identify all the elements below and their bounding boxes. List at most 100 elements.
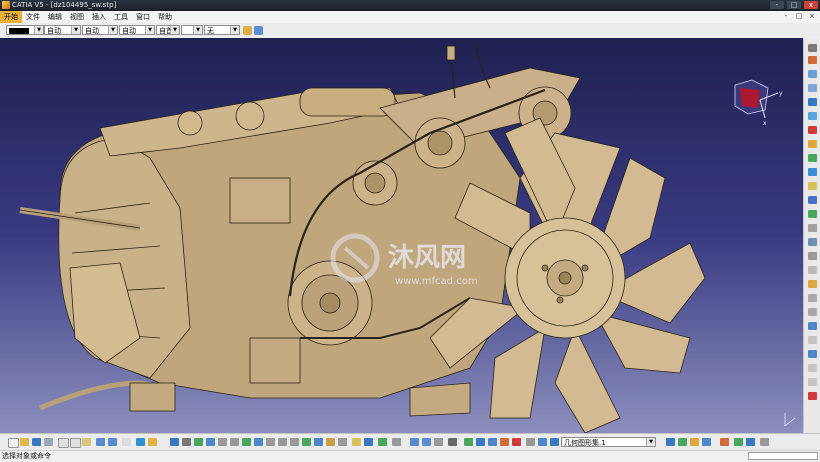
3d-viewport[interactable]: 沐风网 www.mfcad.com y x bbox=[0, 38, 803, 433]
menu-edit[interactable]: 编辑 bbox=[44, 11, 66, 23]
intersect-icon[interactable] bbox=[500, 438, 509, 446]
multi-view-icon[interactable] bbox=[314, 438, 323, 446]
instantiate-icon[interactable] bbox=[746, 438, 755, 446]
command-input[interactable] bbox=[748, 452, 818, 460]
line-thickness-combo[interactable]: 自动 ▼ bbox=[82, 25, 118, 35]
translation-icon[interactable] bbox=[808, 322, 817, 330]
maximize-button[interactable]: □ bbox=[787, 1, 801, 9]
measure-icon[interactable] bbox=[378, 438, 387, 446]
draft-icon[interactable] bbox=[808, 238, 817, 246]
shell-icon[interactable] bbox=[808, 252, 817, 260]
minimize-button[interactable]: - bbox=[770, 1, 784, 9]
fillet-icon[interactable] bbox=[808, 210, 817, 218]
axis-system-toolbar-icon[interactable] bbox=[526, 438, 535, 446]
menu-file[interactable]: 文件 bbox=[22, 11, 44, 23]
cut-icon[interactable] bbox=[58, 438, 69, 448]
fly-mode-icon[interactable] bbox=[170, 438, 179, 446]
redo-icon[interactable] bbox=[108, 438, 117, 446]
mirror-icon[interactable] bbox=[808, 336, 817, 344]
sketch-icon[interactable] bbox=[808, 56, 817, 64]
tools-icon[interactable] bbox=[720, 438, 729, 446]
ordered-set-icon[interactable] bbox=[538, 438, 547, 446]
knowledge-icon[interactable] bbox=[148, 438, 157, 446]
point-icon[interactable] bbox=[410, 438, 419, 446]
analysis-icon[interactable] bbox=[678, 438, 687, 446]
menu-window[interactable]: 窗口 bbox=[132, 11, 154, 23]
view-compass[interactable]: y x bbox=[734, 79, 783, 127]
doc-close-button[interactable]: x bbox=[808, 12, 816, 21]
rotate-icon[interactable] bbox=[206, 438, 215, 446]
update-icon[interactable] bbox=[448, 438, 457, 446]
remove-lump-icon[interactable] bbox=[512, 438, 521, 446]
menu-start[interactable]: 开始 bbox=[0, 11, 22, 23]
remove-face-icon[interactable] bbox=[808, 294, 817, 302]
help-icon[interactable] bbox=[122, 438, 131, 446]
rendering-style-combo[interactable]: ▼ bbox=[181, 25, 203, 35]
new-file-icon[interactable] bbox=[8, 438, 19, 448]
body-icon[interactable] bbox=[464, 438, 473, 446]
material-icon[interactable] bbox=[352, 438, 361, 446]
formula-icon[interactable] bbox=[136, 438, 145, 446]
replace-face-icon[interactable] bbox=[808, 308, 817, 316]
fit-all-icon[interactable] bbox=[182, 438, 191, 446]
scaling-icon[interactable] bbox=[808, 364, 817, 372]
thread-icon[interactable] bbox=[808, 280, 817, 288]
geometric-set-icon[interactable] bbox=[550, 438, 559, 446]
normal-view-icon[interactable] bbox=[242, 438, 251, 446]
zoom-in-icon[interactable] bbox=[218, 438, 227, 446]
pocket-icon[interactable] bbox=[808, 98, 817, 106]
pad-icon[interactable] bbox=[808, 84, 817, 92]
menu-insert[interactable]: 插入 bbox=[88, 11, 110, 23]
zoom-area-icon[interactable] bbox=[266, 438, 275, 446]
close-button[interactable]: x bbox=[804, 1, 818, 9]
point-symbol-combo[interactable]: 自首 ▼ bbox=[156, 25, 180, 35]
slot-icon[interactable] bbox=[808, 168, 817, 176]
print-icon[interactable] bbox=[44, 438, 53, 446]
undo-icon[interactable] bbox=[96, 438, 105, 446]
gear-icon[interactable] bbox=[808, 44, 817, 52]
groove-icon[interactable] bbox=[808, 126, 817, 134]
copy-icon[interactable] bbox=[70, 438, 81, 448]
hide-show-icon[interactable] bbox=[326, 438, 335, 446]
save-icon[interactable] bbox=[32, 438, 41, 446]
menu-tools[interactable]: 工具 bbox=[110, 11, 132, 23]
reference-icon[interactable] bbox=[666, 438, 675, 446]
menu-help[interactable]: 帮助 bbox=[154, 11, 176, 23]
shading-icon[interactable] bbox=[302, 438, 311, 446]
constraint-icon[interactable] bbox=[760, 438, 769, 446]
plane-icon[interactable] bbox=[808, 70, 817, 78]
color-combo[interactable]: ▼ bbox=[6, 25, 44, 35]
apply-material-icon[interactable] bbox=[364, 438, 373, 446]
open-file-icon[interactable] bbox=[20, 438, 29, 446]
transparency-combo[interactable]: 自动 ▼ bbox=[44, 25, 81, 35]
rib-icon[interactable] bbox=[808, 154, 817, 162]
curvature-icon[interactable] bbox=[702, 438, 711, 446]
doc-minimize-button[interactable]: - bbox=[782, 12, 790, 21]
paste-icon[interactable] bbox=[82, 438, 91, 446]
boolean-icon[interactable] bbox=[808, 378, 817, 386]
search-icon[interactable] bbox=[278, 438, 287, 446]
boolean-add-icon[interactable] bbox=[476, 438, 485, 446]
doc-restore-button[interactable]: □ bbox=[795, 12, 803, 21]
swap-visible-icon[interactable] bbox=[338, 438, 347, 446]
section-icon[interactable] bbox=[392, 438, 401, 446]
format-painter-icon[interactable] bbox=[243, 26, 252, 35]
thickness-icon[interactable] bbox=[808, 266, 817, 274]
remove-icon[interactable] bbox=[808, 392, 817, 400]
graphic-properties-icon[interactable] bbox=[254, 26, 263, 35]
catalog-icon[interactable] bbox=[734, 438, 743, 446]
multi-section-icon[interactable] bbox=[808, 196, 817, 204]
menu-view[interactable]: 视图 bbox=[66, 11, 88, 23]
catia-app-icon[interactable] bbox=[2, 1, 10, 9]
draft-analysis-icon[interactable] bbox=[690, 438, 699, 446]
engine-model[interactable]: 沐风网 www.mfcad.com y x bbox=[0, 38, 803, 433]
iso-view-icon[interactable] bbox=[254, 438, 263, 446]
axis-icon[interactable] bbox=[434, 438, 443, 446]
layer-combo[interactable]: 无 ▼ bbox=[204, 25, 240, 35]
linetype-combo[interactable]: 自动 ▼ bbox=[119, 25, 155, 35]
magnifier-icon[interactable] bbox=[290, 438, 299, 446]
line-icon[interactable] bbox=[422, 438, 431, 446]
zoom-out-icon[interactable] bbox=[230, 438, 239, 446]
geometric-set-combo[interactable]: 几何图形集.1 ▼ bbox=[561, 437, 656, 447]
hole-icon[interactable] bbox=[808, 140, 817, 148]
